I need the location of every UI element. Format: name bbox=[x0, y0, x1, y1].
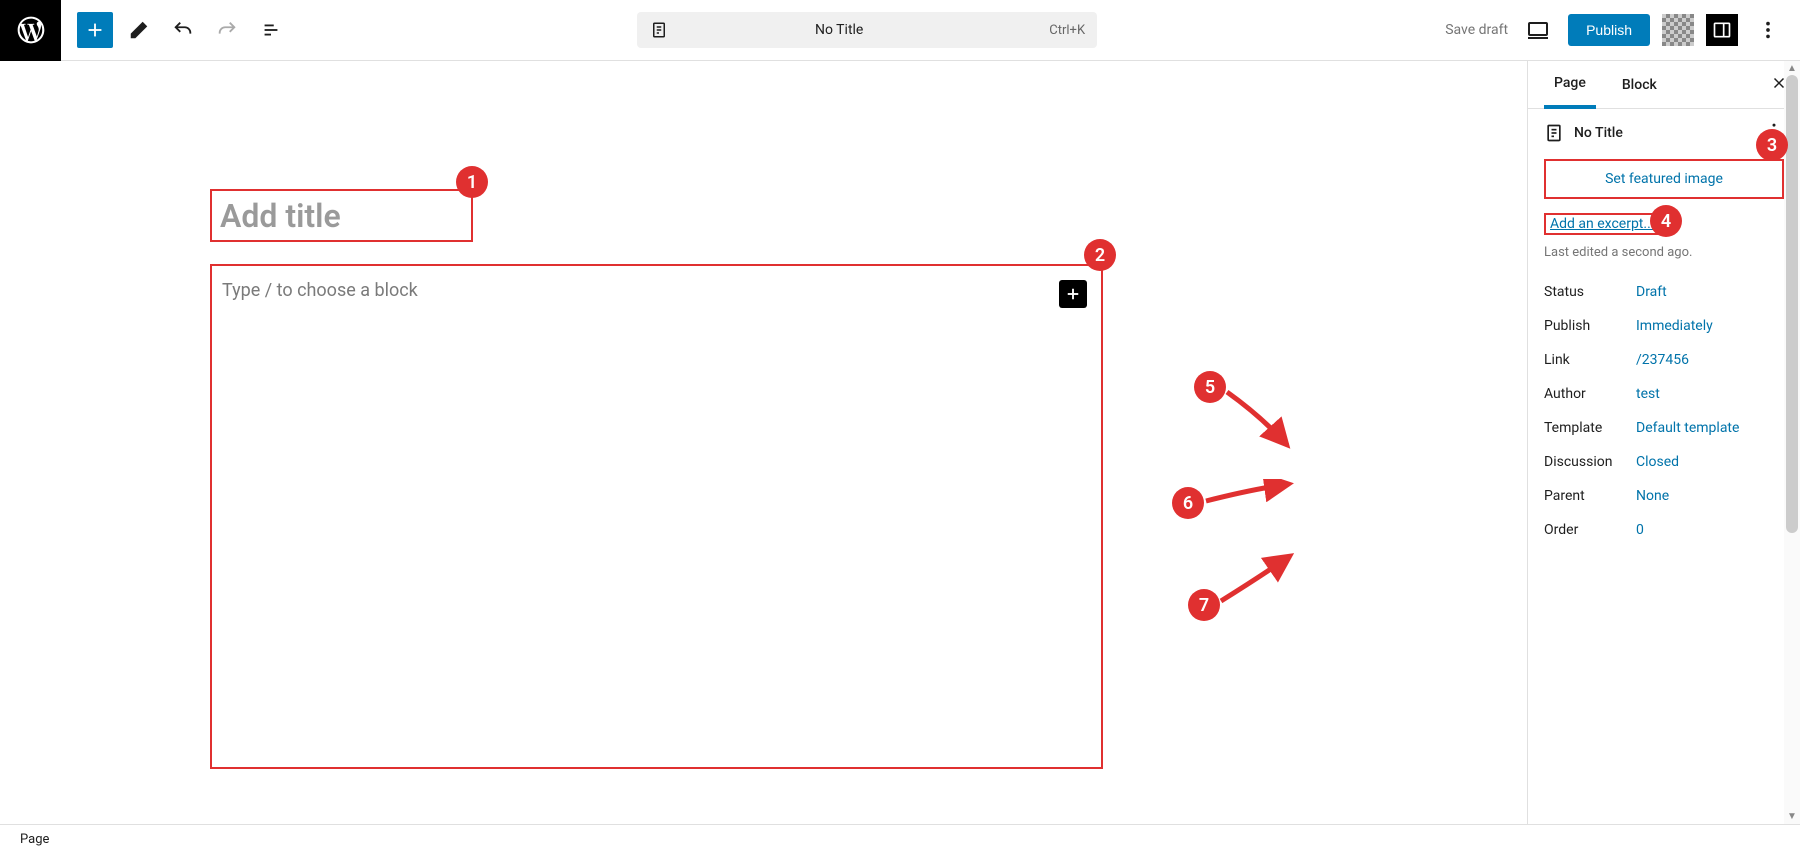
plus-icon bbox=[84, 19, 106, 41]
add-block-button[interactable] bbox=[77, 12, 113, 48]
status-value[interactable]: Draft bbox=[1636, 284, 1784, 300]
order-value[interactable]: 0 bbox=[1636, 522, 1784, 538]
title-placeholder: Add title bbox=[220, 197, 341, 235]
settings-panel-toggle[interactable] bbox=[1706, 14, 1738, 46]
arrow-7 bbox=[1216, 551, 1296, 606]
wordpress-logo[interactable] bbox=[0, 0, 61, 61]
template-label: Template bbox=[1544, 420, 1636, 436]
settings-sidebar: Page Block No Title Set fea bbox=[1527, 61, 1800, 824]
document-overview-button[interactable] bbox=[253, 12, 289, 48]
inline-add-block-button[interactable] bbox=[1059, 280, 1087, 308]
page-icon bbox=[1544, 123, 1564, 143]
panel-title: No Title bbox=[1574, 125, 1623, 141]
document-title-bar[interactable]: No Title Ctrl+K bbox=[637, 12, 1097, 48]
vertical-scrollbar[interactable]: ▲ ▼ bbox=[1784, 61, 1800, 824]
plus-icon bbox=[1064, 285, 1082, 303]
tab-page[interactable]: Page bbox=[1544, 61, 1596, 109]
set-featured-image-link[interactable]: Set featured image bbox=[1605, 171, 1723, 187]
parent-value[interactable]: None bbox=[1636, 488, 1784, 504]
link-label: Link bbox=[1544, 352, 1636, 368]
page-summary-grid: Status Draft Publish Immediately Link /2… bbox=[1544, 284, 1784, 538]
arrow-5 bbox=[1222, 387, 1294, 452]
panel-title-row: No Title bbox=[1544, 123, 1784, 143]
save-draft-button[interactable]: Save draft bbox=[1445, 22, 1508, 38]
annotation-4: 4 bbox=[1650, 205, 1682, 237]
footer-breadcrumb: Page bbox=[0, 824, 1800, 854]
tab-block[interactable]: Block bbox=[1612, 63, 1667, 107]
top-toolbar: No Title Ctrl+K Save draft Publish bbox=[0, 0, 1800, 61]
author-label: Author bbox=[1544, 386, 1636, 402]
discussion-label: Discussion bbox=[1544, 454, 1636, 470]
template-value[interactable]: Default template bbox=[1636, 420, 1784, 436]
preview-button[interactable] bbox=[1520, 12, 1556, 48]
annotation-1: 1 bbox=[456, 166, 488, 198]
last-edited-text: Last edited a second ago. bbox=[1544, 245, 1784, 260]
content-placeholder: Type / to choose a block bbox=[222, 280, 418, 301]
author-value[interactable]: test bbox=[1636, 386, 1784, 402]
annotation-7: 7 bbox=[1188, 589, 1220, 621]
publish-value[interactable]: Immediately bbox=[1636, 318, 1784, 334]
kebab-icon bbox=[1757, 19, 1779, 41]
status-label: Status bbox=[1544, 284, 1636, 300]
document-title: No Title bbox=[639, 22, 1039, 38]
order-label: Order bbox=[1544, 522, 1636, 538]
options-button[interactable] bbox=[1750, 12, 1786, 48]
arrow-6 bbox=[1203, 479, 1295, 504]
sidebar-icon bbox=[1712, 20, 1732, 40]
scroll-down-icon: ▼ bbox=[1784, 811, 1800, 822]
publish-label: Publish bbox=[1544, 318, 1636, 334]
undo-button[interactable] bbox=[165, 12, 201, 48]
redo-icon bbox=[216, 19, 238, 41]
tools-button[interactable] bbox=[121, 12, 157, 48]
wordpress-icon bbox=[15, 14, 47, 46]
publish-button[interactable]: Publish bbox=[1568, 14, 1650, 46]
annotation-3: 3 bbox=[1756, 129, 1788, 161]
parent-label: Parent bbox=[1544, 488, 1636, 504]
annotation-2: 2 bbox=[1084, 239, 1116, 271]
annotation-5: 5 bbox=[1194, 371, 1226, 403]
pencil-icon bbox=[128, 19, 150, 41]
excerpt-box: Add an excerpt... bbox=[1544, 213, 1664, 235]
list-view-icon bbox=[260, 19, 282, 41]
editor-canvas: Add title 1 Type / to choose a block 2 5… bbox=[0, 61, 1527, 824]
content-area[interactable]: Type / to choose a block bbox=[210, 264, 1103, 769]
redo-button[interactable] bbox=[209, 12, 245, 48]
shortcut-hint: Ctrl+K bbox=[1049, 23, 1085, 38]
add-excerpt-link[interactable]: Add an excerpt... bbox=[1550, 216, 1654, 232]
scroll-up-icon: ▲ bbox=[1784, 63, 1800, 74]
discussion-value[interactable]: Closed bbox=[1636, 454, 1784, 470]
annotation-6: 6 bbox=[1172, 487, 1204, 519]
breadcrumb-text[interactable]: Page bbox=[20, 832, 49, 847]
user-avatar[interactable] bbox=[1662, 14, 1694, 46]
desktop-icon bbox=[1526, 18, 1550, 42]
title-input[interactable]: Add title bbox=[210, 189, 473, 242]
link-value[interactable]: /237456 bbox=[1636, 352, 1784, 368]
featured-image-box[interactable]: Set featured image bbox=[1544, 159, 1784, 199]
undo-icon bbox=[172, 19, 194, 41]
